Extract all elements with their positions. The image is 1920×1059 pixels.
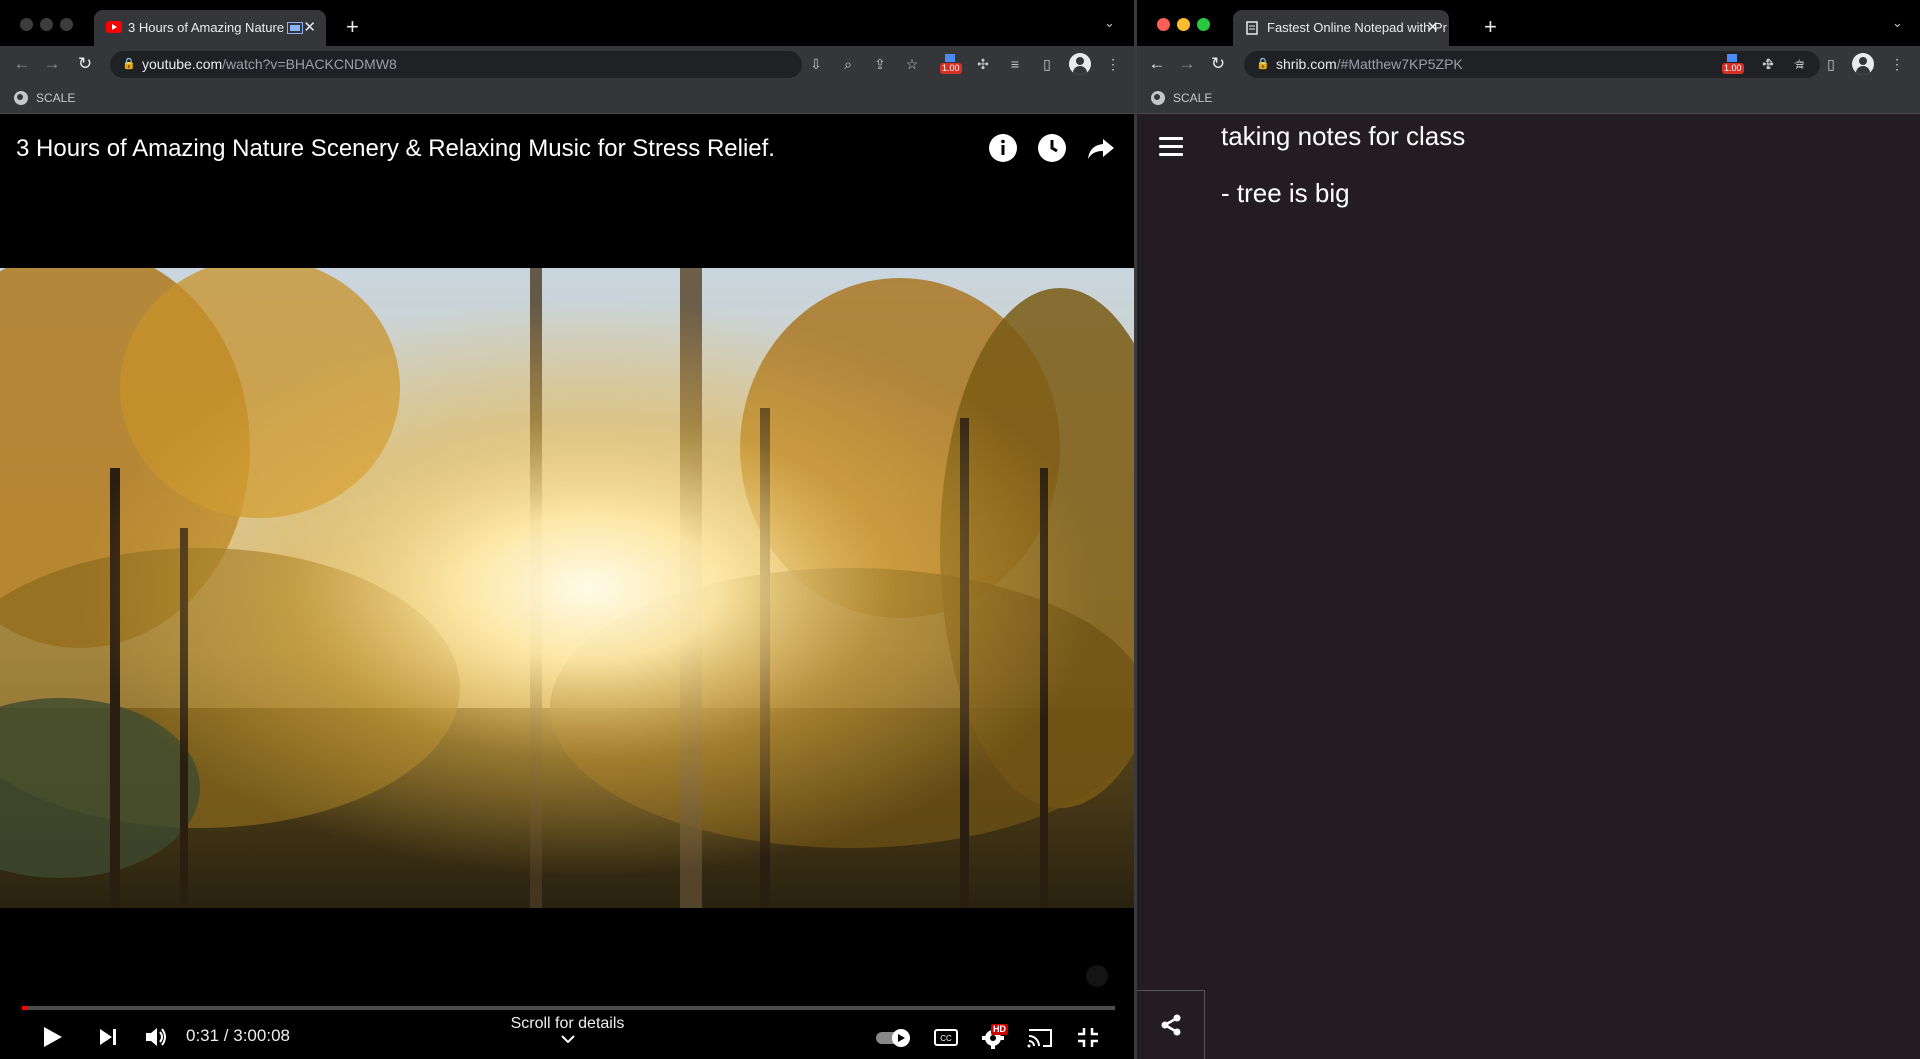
channel-watermark-icon[interactable]	[1086, 965, 1108, 987]
share-icon[interactable]: ⇪	[870, 54, 890, 74]
bookmarks-bar: SCALE	[1137, 82, 1920, 114]
more-menu-icon[interactable]: ⋮	[1103, 54, 1123, 74]
media-control-icon[interactable]: ≡	[1790, 54, 1810, 74]
note-line-2[interactable]: - tree is big	[1221, 178, 1350, 209]
new-tab-button[interactable]: +	[346, 12, 359, 42]
url-path: /#Matthew7KP5ZPK	[1336, 56, 1463, 72]
url-path: /watch?v=BHACKCNDMW8	[222, 56, 397, 72]
browser-window-youtube: 3 Hours of Amazing Nature ✕ + ⌄ ← → ↻ 🔒 …	[0, 0, 1134, 1059]
reload-button[interactable]: ↻	[1206, 52, 1230, 76]
zoom-window-button[interactable]	[1197, 18, 1210, 31]
bookmark-label: SCALE	[1173, 91, 1213, 105]
bookmark-star-icon[interactable]: ☆	[902, 54, 922, 74]
note-line-1[interactable]: taking notes for class	[1221, 121, 1465, 152]
hd-badge: HD	[991, 1024, 1008, 1035]
side-panel-icon[interactable]: ▯	[1821, 54, 1841, 74]
more-menu-icon[interactable]: ⋮	[1887, 54, 1907, 74]
lock-icon: 🔒	[1256, 58, 1270, 70]
share-button[interactable]	[1137, 990, 1205, 1059]
tab-strip: 3 Hours of Amazing Nature ✕ + ⌄	[0, 0, 1134, 46]
cast-icon[interactable]	[1024, 1019, 1056, 1055]
browser-toolbar: ← → ↻ 🔒 shrib.com/#Matthew7KP5ZPK ⇪ ☆ 1.…	[1137, 46, 1920, 82]
scroll-for-details[interactable]: Scroll for details	[480, 1015, 655, 1043]
profile-avatar-icon[interactable]	[1852, 53, 1874, 75]
profile-avatar-icon[interactable]	[1069, 53, 1091, 75]
progress-played	[22, 1006, 28, 1010]
globe-icon	[14, 91, 28, 105]
notepad-favicon-icon	[1246, 21, 1258, 35]
extension-speed-icon[interactable]: 1.00	[1722, 52, 1746, 76]
chevron-down-icon	[560, 1035, 575, 1043]
reload-button[interactable]: ↻	[73, 52, 97, 76]
zoom-window-button[interactable]	[60, 18, 73, 31]
lock-icon: 🔒	[122, 58, 136, 70]
back-button[interactable]: ←	[10, 52, 34, 76]
tab-close-icon[interactable]: ✕	[303, 10, 316, 46]
share-arrow-icon[interactable]	[1085, 132, 1117, 164]
extensions-puzzle-icon[interactable]: ✣	[973, 54, 993, 74]
minimize-window-button[interactable]	[1177, 18, 1190, 31]
exit-fullscreen-icon[interactable]	[1072, 1019, 1104, 1055]
next-video-button[interactable]	[92, 1019, 124, 1055]
youtube-player[interactable]: 3 Hours of Amazing Nature Scenery & Rela…	[0, 115, 1134, 1059]
browser-window-notepad: Fastest Online Notepad with Pr ✕ + ⌄ ← →…	[1137, 0, 1920, 1059]
extension-speed-icon[interactable]: 1.00	[940, 52, 964, 76]
watch-later-icon[interactable]	[1036, 132, 1068, 164]
install-icon[interactable]: ⇩	[806, 54, 826, 74]
bookmark-scale[interactable]: SCALE	[1151, 91, 1212, 105]
url-host: shrib.com	[1276, 56, 1337, 72]
tab-title: Fastest Online Notepad with Pr	[1267, 20, 1447, 35]
share-nodes-icon	[1161, 1014, 1181, 1036]
tab-strip: Fastest Online Notepad with Pr ✕ + ⌄	[1137, 0, 1920, 46]
zoom-icon[interactable]: ⌕	[838, 54, 858, 74]
video-title[interactable]: 3 Hours of Amazing Nature Scenery & Rela…	[16, 135, 775, 163]
extensions-puzzle-icon[interactable]: ✣	[1758, 54, 1778, 74]
play-button[interactable]	[36, 1019, 68, 1055]
captions-button[interactable]: CC	[930, 1019, 962, 1055]
url-host: youtube.com	[142, 56, 223, 72]
close-window-button[interactable]	[1157, 18, 1170, 31]
progress-bar[interactable]	[22, 1006, 1115, 1010]
browser-toolbar: ← → ↻ 🔒 youtube.com/watch?v=BHACKCNDMW8 …	[0, 46, 1134, 82]
tab-close-icon[interactable]: ✕	[1426, 10, 1439, 46]
bookmarks-bar: SCALE	[0, 82, 1134, 114]
autoplay-toggle[interactable]	[874, 1019, 914, 1055]
media-control-icon[interactable]: ≡	[1005, 54, 1025, 74]
picture-in-picture-icon	[287, 22, 303, 34]
globe-icon	[1151, 91, 1165, 105]
video-frame-forest-sunlight[interactable]	[0, 268, 1134, 908]
extension-badge: 1.00	[940, 63, 962, 74]
new-tab-button[interactable]: +	[1484, 12, 1497, 42]
address-bar[interactable]: 🔒 youtube.com/watch?v=BHACKCNDMW8	[110, 51, 802, 78]
volume-icon[interactable]	[140, 1019, 172, 1055]
chevron-down-icon[interactable]: ⌄	[1104, 15, 1115, 31]
tab-youtube[interactable]: 3 Hours of Amazing Nature ✕	[94, 10, 326, 46]
bookmark-scale[interactable]: SCALE	[14, 91, 75, 105]
scroll-hint-label: Scroll for details	[510, 1015, 625, 1032]
time-display: 0:31 / 3:00:08	[186, 1026, 290, 1045]
forward-button[interactable]: →	[1175, 52, 1199, 76]
forward-button[interactable]: →	[40, 52, 64, 76]
side-panel-icon[interactable]: ▯	[1037, 54, 1057, 74]
extension-badge: 1.00	[1722, 63, 1744, 74]
notepad-editor[interactable]: taking notes for class - tree is big	[1137, 115, 1920, 1059]
svg-text:CC: CC	[940, 1034, 952, 1043]
hamburger-menu-icon[interactable]	[1159, 137, 1183, 157]
back-button[interactable]: ←	[1145, 52, 1169, 76]
info-icon[interactable]	[987, 132, 1019, 164]
close-window-button[interactable]	[20, 18, 33, 31]
tab-shrib[interactable]: Fastest Online Notepad with Pr ✕	[1233, 10, 1449, 46]
chevron-down-icon[interactable]: ⌄	[1892, 15, 1903, 31]
youtube-favicon-icon	[106, 21, 122, 33]
minimize-window-button[interactable]	[40, 18, 53, 31]
bookmark-label: SCALE	[36, 91, 76, 105]
tab-title: 3 Hours of Amazing Nature	[128, 20, 285, 35]
